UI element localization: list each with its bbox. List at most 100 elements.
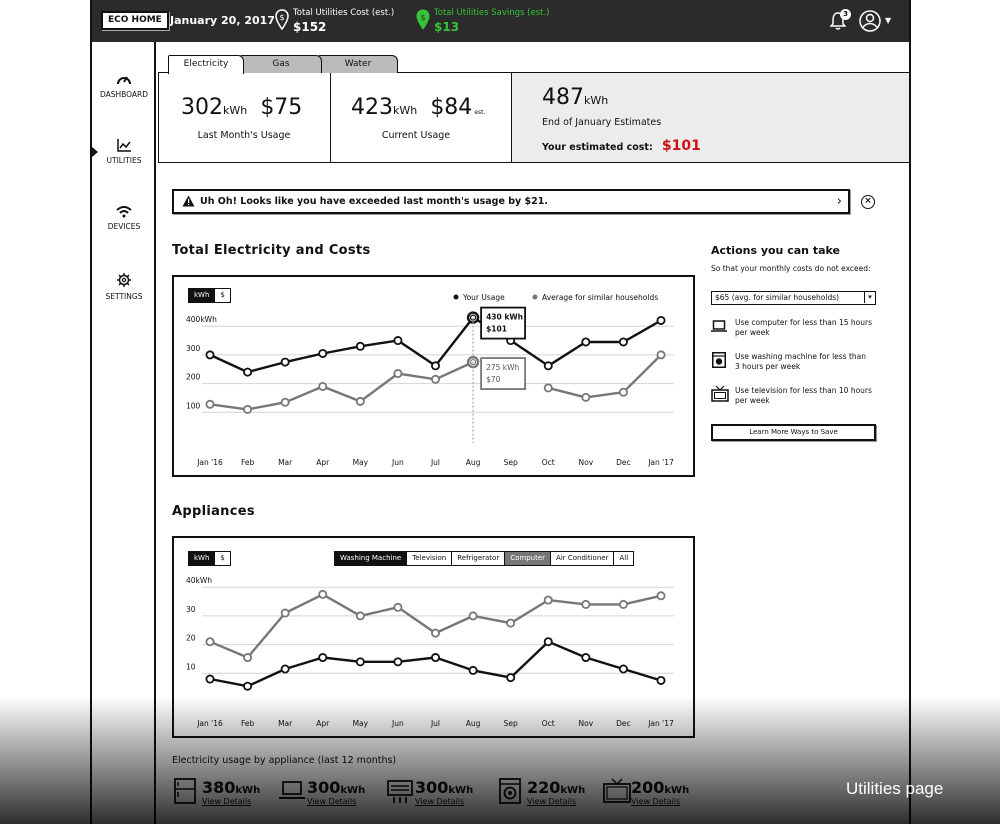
estimate-kwh: 487: [542, 85, 584, 110]
close-icon[interactable]: ×: [861, 195, 875, 209]
data-point: [618, 337, 628, 347]
last-month-unit: kWh: [223, 104, 248, 117]
laptop-icon: [711, 320, 727, 332]
summary-unit: kWh: [340, 785, 366, 796]
view-details-link[interactable]: View Details: [202, 797, 251, 806]
data-point: [243, 653, 253, 663]
sidebar-item-utilities[interactable]: UTILITIES: [92, 138, 156, 165]
svg-text:$: $: [420, 13, 425, 22]
y-tick-label: 100: [186, 401, 201, 410]
card-current: 423kWh $84 est. Current Usage: [331, 73, 512, 162]
x-tick-label: Dec: [616, 458, 631, 467]
sidebar-item-dashboard[interactable]: DASHBOARD: [92, 72, 156, 99]
view-details-link[interactable]: View Details: [415, 797, 464, 806]
sidebar-item-label: UTILITIES: [106, 156, 142, 165]
summary-unit: kWh: [448, 785, 474, 796]
y-tick-label: 20: [186, 634, 196, 643]
x-tick-label: Dec: [616, 719, 631, 728]
current-unit: kWh: [393, 104, 418, 117]
app-frame: ECO HOME January 20, 2017 $ Total Utilit…: [90, 0, 911, 824]
tip-line2: per week: [735, 396, 770, 405]
summary-value: 300: [415, 778, 449, 797]
sidebar-item-label: DEVICES: [107, 222, 141, 231]
appliance-summary-caption: Electricity usage by appliance (last 12 …: [172, 755, 397, 766]
y-tick-label: 10: [186, 662, 196, 671]
x-tick-label: Oct: [542, 719, 555, 728]
summary-fridge: 380kWh View Details: [174, 778, 260, 808]
sidebar-item-devices[interactable]: DEVICES: [92, 206, 156, 231]
tab-gas[interactable]: Gas: [240, 55, 322, 73]
last-month-label: Last Month's Usage: [197, 130, 291, 141]
actions-panel: Actions you can take So that your monthl…: [711, 244, 891, 441]
tab-water[interactable]: Water: [318, 55, 398, 73]
top-bar: ECO HOME January 20, 2017 $ Total Utilit…: [92, 0, 909, 42]
washer-icon: [499, 778, 521, 804]
legend-marker: [453, 294, 459, 300]
data-point: [355, 341, 365, 351]
usage-alert[interactable]: Uh Oh! Looks like you have exceeded last…: [172, 189, 850, 214]
data-point: [430, 628, 440, 638]
data-point: [581, 337, 591, 347]
x-tick-label: Sep: [504, 719, 518, 728]
electricity-title: Total Electricity and Costs: [172, 243, 371, 258]
data-point: [468, 665, 478, 675]
tooltip-average-kwh: 275 kWh: [486, 363, 519, 372]
view-details-link[interactable]: View Details: [307, 797, 356, 806]
view-details-link[interactable]: View Details: [527, 797, 576, 806]
data-point: [656, 350, 666, 360]
learn-more-button[interactable]: Learn More Ways to Save: [711, 424, 876, 441]
data-point: [618, 387, 628, 397]
summary-value: 200: [631, 778, 665, 797]
app-logo[interactable]: ECO HOME: [101, 11, 169, 30]
data-point: [430, 374, 440, 384]
actions-subtitle: So that your monthly costs do not exceed…: [711, 264, 871, 273]
data-point: [355, 396, 365, 406]
user-avatar-icon[interactable]: [858, 9, 882, 33]
savings-pin-icon: $: [416, 9, 430, 30]
data-point: [205, 637, 215, 647]
budget-select[interactable]: $65 (avg. for similar households) ▾: [711, 291, 876, 305]
summary-unit: kWh: [664, 785, 690, 796]
data-point: [543, 361, 553, 371]
x-tick-label: Mar: [278, 458, 293, 467]
data-point: [618, 599, 628, 609]
appliances-chart: kWh $ Washing Machine Television Refrige…: [172, 536, 695, 738]
x-tick-label: Feb: [241, 458, 255, 467]
gauge-icon: [117, 76, 131, 85]
sidebar-item-settings[interactable]: SETTINGS: [92, 272, 156, 301]
legend-marker: [532, 294, 538, 300]
last-month-kwh: 302: [181, 95, 223, 120]
x-tick-label: Nov: [579, 719, 594, 728]
current-cost: $84: [430, 95, 473, 120]
data-point: [318, 381, 328, 391]
y-tick-label: 400kWh: [186, 315, 217, 324]
data-point: [430, 653, 440, 663]
data-point: [280, 397, 290, 407]
data-point: [618, 664, 628, 674]
chevron-down-icon[interactable]: ▼: [885, 16, 891, 25]
summary-television: 200kWh View Details: [603, 778, 689, 808]
tab-electricity[interactable]: Electricity: [168, 55, 244, 74]
data-point: [393, 369, 403, 379]
summary-washer: 220kWh View Details: [499, 778, 585, 808]
summary-value: 300: [307, 778, 341, 797]
electricity-chart: kWh $ 400kWh 300 200 100 Jan '16 Feb Mar Apr May…: [172, 275, 695, 477]
y-tick-label: 30: [186, 605, 196, 614]
x-tick-label: May: [353, 719, 369, 728]
sidebar-item-label: DASHBOARD: [99, 90, 149, 99]
x-tick-label: Feb: [241, 719, 255, 728]
tv-icon: [711, 385, 729, 402]
current-label: Current Usage: [381, 130, 451, 141]
estimate-cost: $101: [661, 138, 701, 154]
tip-line2: 3 hours per week: [735, 362, 801, 371]
data-point: [468, 611, 478, 621]
data-point: [581, 599, 591, 609]
view-details-link[interactable]: View Details: [631, 797, 680, 806]
chevron-right-icon[interactable]: ›: [837, 191, 842, 212]
x-tick-label: Sep: [504, 458, 518, 467]
dollar-pin-icon: $: [275, 9, 289, 31]
savings-label: Total Utilities Savings (est.): [434, 8, 550, 18]
x-tick-label: Jan '17: [647, 719, 674, 728]
page-caption: Utilities page: [846, 779, 944, 798]
data-point: [656, 591, 666, 601]
